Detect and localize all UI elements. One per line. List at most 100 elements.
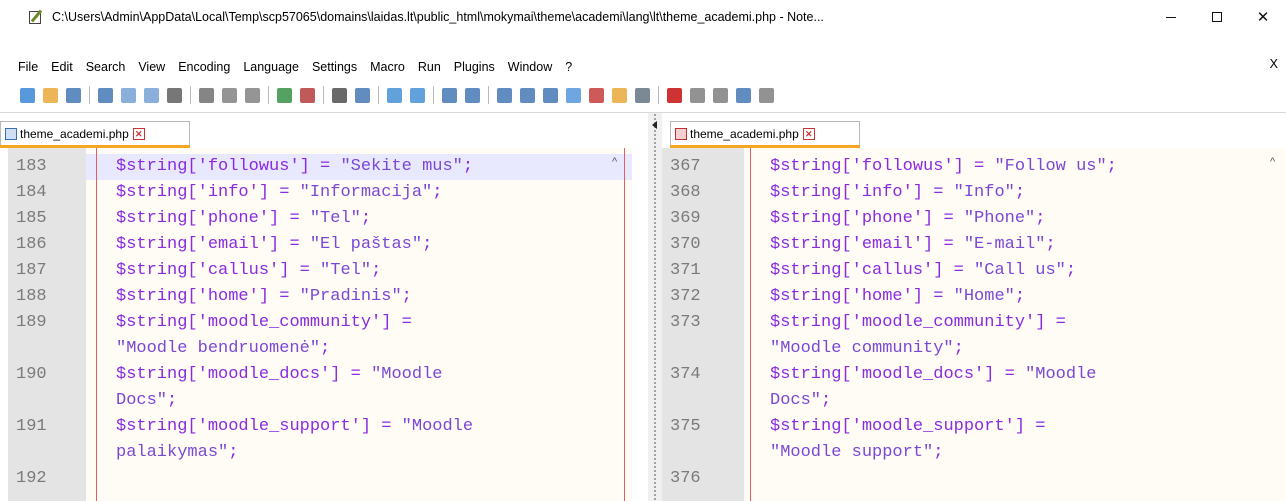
stop-macro-button[interactable] [686,84,708,106]
menu-help[interactable]: ? [559,60,579,74]
run-macro-multiple-button[interactable] [732,84,754,106]
close-document-button[interactable]: X [1270,57,1278,71]
code-line[interactable]: Docs"; [662,388,1286,414]
tab-right-theme-academi[interactable]: theme_academi.php ✕ [670,121,860,145]
code-line[interactable]: 190 $string['moodle_docs'] = "Moodle [8,362,632,388]
code-line[interactable]: "Moodle bendruomenė"; [8,336,632,362]
folder-workspace-button[interactable] [608,84,630,106]
show-all-chars-icon [519,87,535,103]
right-editor-pane[interactable]: ^ 367 $string['followus'] = "Follow us"; 3… [662,148,1286,501]
variable-token: $string [770,313,842,332]
splitter-arrow-icon[interactable] [652,121,657,129]
word-wrap-button[interactable] [493,84,515,106]
menu-macro[interactable]: Macro [364,60,412,74]
code-line[interactable]: 376 [662,466,1286,492]
operator-token: ; [422,235,433,254]
string-literal: "Sekite mus" [340,157,463,176]
toolbar-separator [433,86,434,104]
maximize-icon [1212,12,1222,22]
code-line[interactable]: 370 $string['email'] = "E-mail"; [662,232,1286,258]
code-line[interactable]: 367 $string['followus'] = "Follow us"; [662,154,1286,180]
operator-token: ; [933,443,944,462]
record-macro-button[interactable] [663,84,685,106]
code-text: $string['moodle_support'] = [770,414,1045,440]
tab-left-theme-academi[interactable]: theme_academi.php ✕ [0,121,190,145]
menu-edit[interactable]: Edit [45,60,80,74]
code-line[interactable]: 186 $string['email'] = "El paštas"; [8,232,632,258]
cut-button[interactable] [195,84,217,106]
find-button[interactable] [328,84,350,106]
string-literal: "Tel" [309,209,361,228]
code-line[interactable]: 184 $string['info'] = "Informacija"; [8,180,632,206]
indent-guide-button[interactable] [539,84,561,106]
maximize-button[interactable] [1194,0,1240,34]
code-line[interactable]: 368 $string['info'] = "Info"; [662,180,1286,206]
sync-horizontal-button[interactable] [461,84,483,106]
save-all-button[interactable] [94,84,116,106]
string-literal: "Call us" [974,261,1066,280]
sync-vertical-button[interactable] [438,84,460,106]
menu-search[interactable]: Search [80,60,133,74]
close-window-button[interactable]: ✕ [1240,0,1286,34]
splitter-grip[interactable] [653,113,657,501]
code-line[interactable]: "Moodle support"; [662,440,1286,466]
view-splitter[interactable] [648,113,662,501]
zoom-in-button[interactable] [383,84,405,106]
menu-window[interactable]: Window [502,60,559,74]
code-line[interactable]: 375 $string['moodle_support'] = [662,414,1286,440]
close-tab-icon[interactable]: ✕ [802,127,815,140]
function-list-button[interactable] [585,84,607,106]
menu-run[interactable]: Run [412,60,448,74]
close-all-button[interactable] [140,84,162,106]
code-line[interactable]: "Moodle community"; [662,336,1286,362]
show-all-chars-button[interactable] [516,84,538,106]
code-line[interactable]: Docs"; [8,388,632,414]
record-macro-icon [666,87,682,103]
code-line[interactable]: 372 $string['home'] = "Home"; [662,284,1286,310]
code-line[interactable]: 191 $string['moodle_support'] = "Moodle [8,414,632,440]
copy-button[interactable] [218,84,240,106]
line-number: 183 [16,157,47,176]
code-line[interactable]: 185 $string['phone'] = "Tel"; [8,206,632,232]
code-line[interactable]: 371 $string['callus'] = "Call us"; [662,258,1286,284]
doc-map-button[interactable] [562,84,584,106]
menu-encoding[interactable]: Encoding [172,60,237,74]
code-line[interactable]: 183 $string['followus'] = "Sekite mus"; [8,154,632,180]
menu-language[interactable]: Language [237,60,306,74]
code-line[interactable]: 188 $string['home'] = "Pradinis"; [8,284,632,310]
menu-file[interactable]: File [0,60,45,74]
left-editor-pane[interactable]: ^ 183 $string['followus'] = "Sekite mus";… [8,148,632,501]
menu-settings[interactable]: Settings [306,60,364,74]
print-button[interactable] [163,84,185,106]
variable-token: $string [770,365,842,384]
save-button[interactable] [62,84,84,106]
close-button[interactable] [117,84,139,106]
variable-token: $string [770,235,842,254]
paste-button[interactable] [241,84,263,106]
code-line[interactable]: 373 $string['moodle_community'] = [662,310,1286,336]
menu-plugins[interactable]: Plugins [448,60,502,74]
open-file-button[interactable] [39,84,61,106]
undo-button[interactable] [273,84,295,106]
replace-button[interactable] [351,84,373,106]
zoom-out-button[interactable] [406,84,428,106]
code-line[interactable]: 369 $string['phone'] = "Phone"; [662,206,1286,232]
variable-token: $string [116,183,188,202]
string-literal: "Pradinis" [299,287,402,306]
monitoring-button[interactable] [631,84,653,106]
code-line[interactable]: 187 $string['callus'] = "Tel"; [8,258,632,284]
menu-view[interactable]: View [132,60,172,74]
string-literal: Docs" [770,391,822,410]
new-file-button[interactable] [16,84,38,106]
play-macro-button[interactable] [709,84,731,106]
redo-button[interactable] [296,84,318,106]
code-line[interactable]: 374 $string['moodle_docs'] = "Moodle [662,362,1286,388]
play-macro-icon [712,87,728,103]
code-line[interactable]: palaikymas"; [8,440,632,466]
code-text: "Moodle community"; [770,336,964,362]
code-line[interactable]: 189 $string['moodle_community'] = [8,310,632,336]
close-tab-icon[interactable]: ✕ [132,127,145,140]
code-line[interactable]: 192 [8,466,632,492]
minimize-button[interactable] [1148,0,1194,34]
save-macro-button[interactable] [755,84,777,106]
